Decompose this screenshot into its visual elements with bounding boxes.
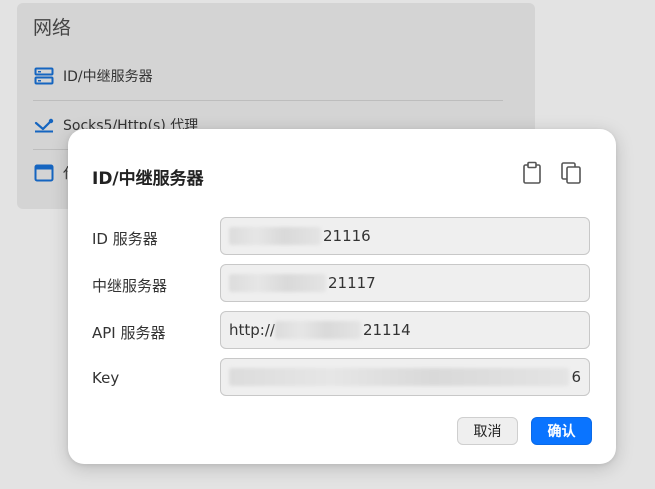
api-server-value: 21114 bbox=[362, 321, 411, 339]
id-server-label: ID 服务器 bbox=[92, 230, 158, 248]
api-server-input[interactable]: http:// 21114 bbox=[220, 311, 590, 349]
dialog-title: ID/中继服务器 bbox=[92, 169, 204, 189]
server-icon bbox=[33, 65, 55, 87]
network-item-id-relay-server[interactable]: ID/中继服务器 bbox=[33, 59, 503, 93]
id-server-value: 21116 bbox=[323, 227, 371, 245]
network-item-label: ID/中继服务器 bbox=[63, 69, 153, 85]
relay-server-input[interactable]: 21117 bbox=[220, 264, 590, 302]
clipboard-icon[interactable] bbox=[519, 159, 545, 187]
key-input[interactable]: 6 bbox=[220, 358, 590, 396]
window-icon bbox=[33, 162, 55, 184]
api-server-label: API 服务器 bbox=[92, 324, 166, 342]
key-value: 6 bbox=[571, 368, 581, 386]
key-label: Key bbox=[92, 369, 120, 387]
proxy-icon bbox=[33, 114, 55, 136]
confirm-button[interactable]: 确认 bbox=[531, 417, 592, 445]
api-server-prefix: http:// bbox=[229, 321, 275, 339]
id-server-input[interactable]: 21116 bbox=[220, 217, 590, 255]
cancel-button[interactable]: 取消 bbox=[457, 417, 518, 445]
id-relay-server-dialog: ID/中继服务器 ID 服务器 21116 中继服务器 21117 API 服务… bbox=[68, 129, 616, 464]
relay-server-value: 21117 bbox=[328, 274, 376, 292]
network-section-title: 网络 bbox=[33, 17, 72, 39]
copy-icon[interactable] bbox=[558, 159, 584, 187]
divider bbox=[33, 100, 503, 101]
relay-server-label: 中继服务器 bbox=[92, 277, 168, 295]
